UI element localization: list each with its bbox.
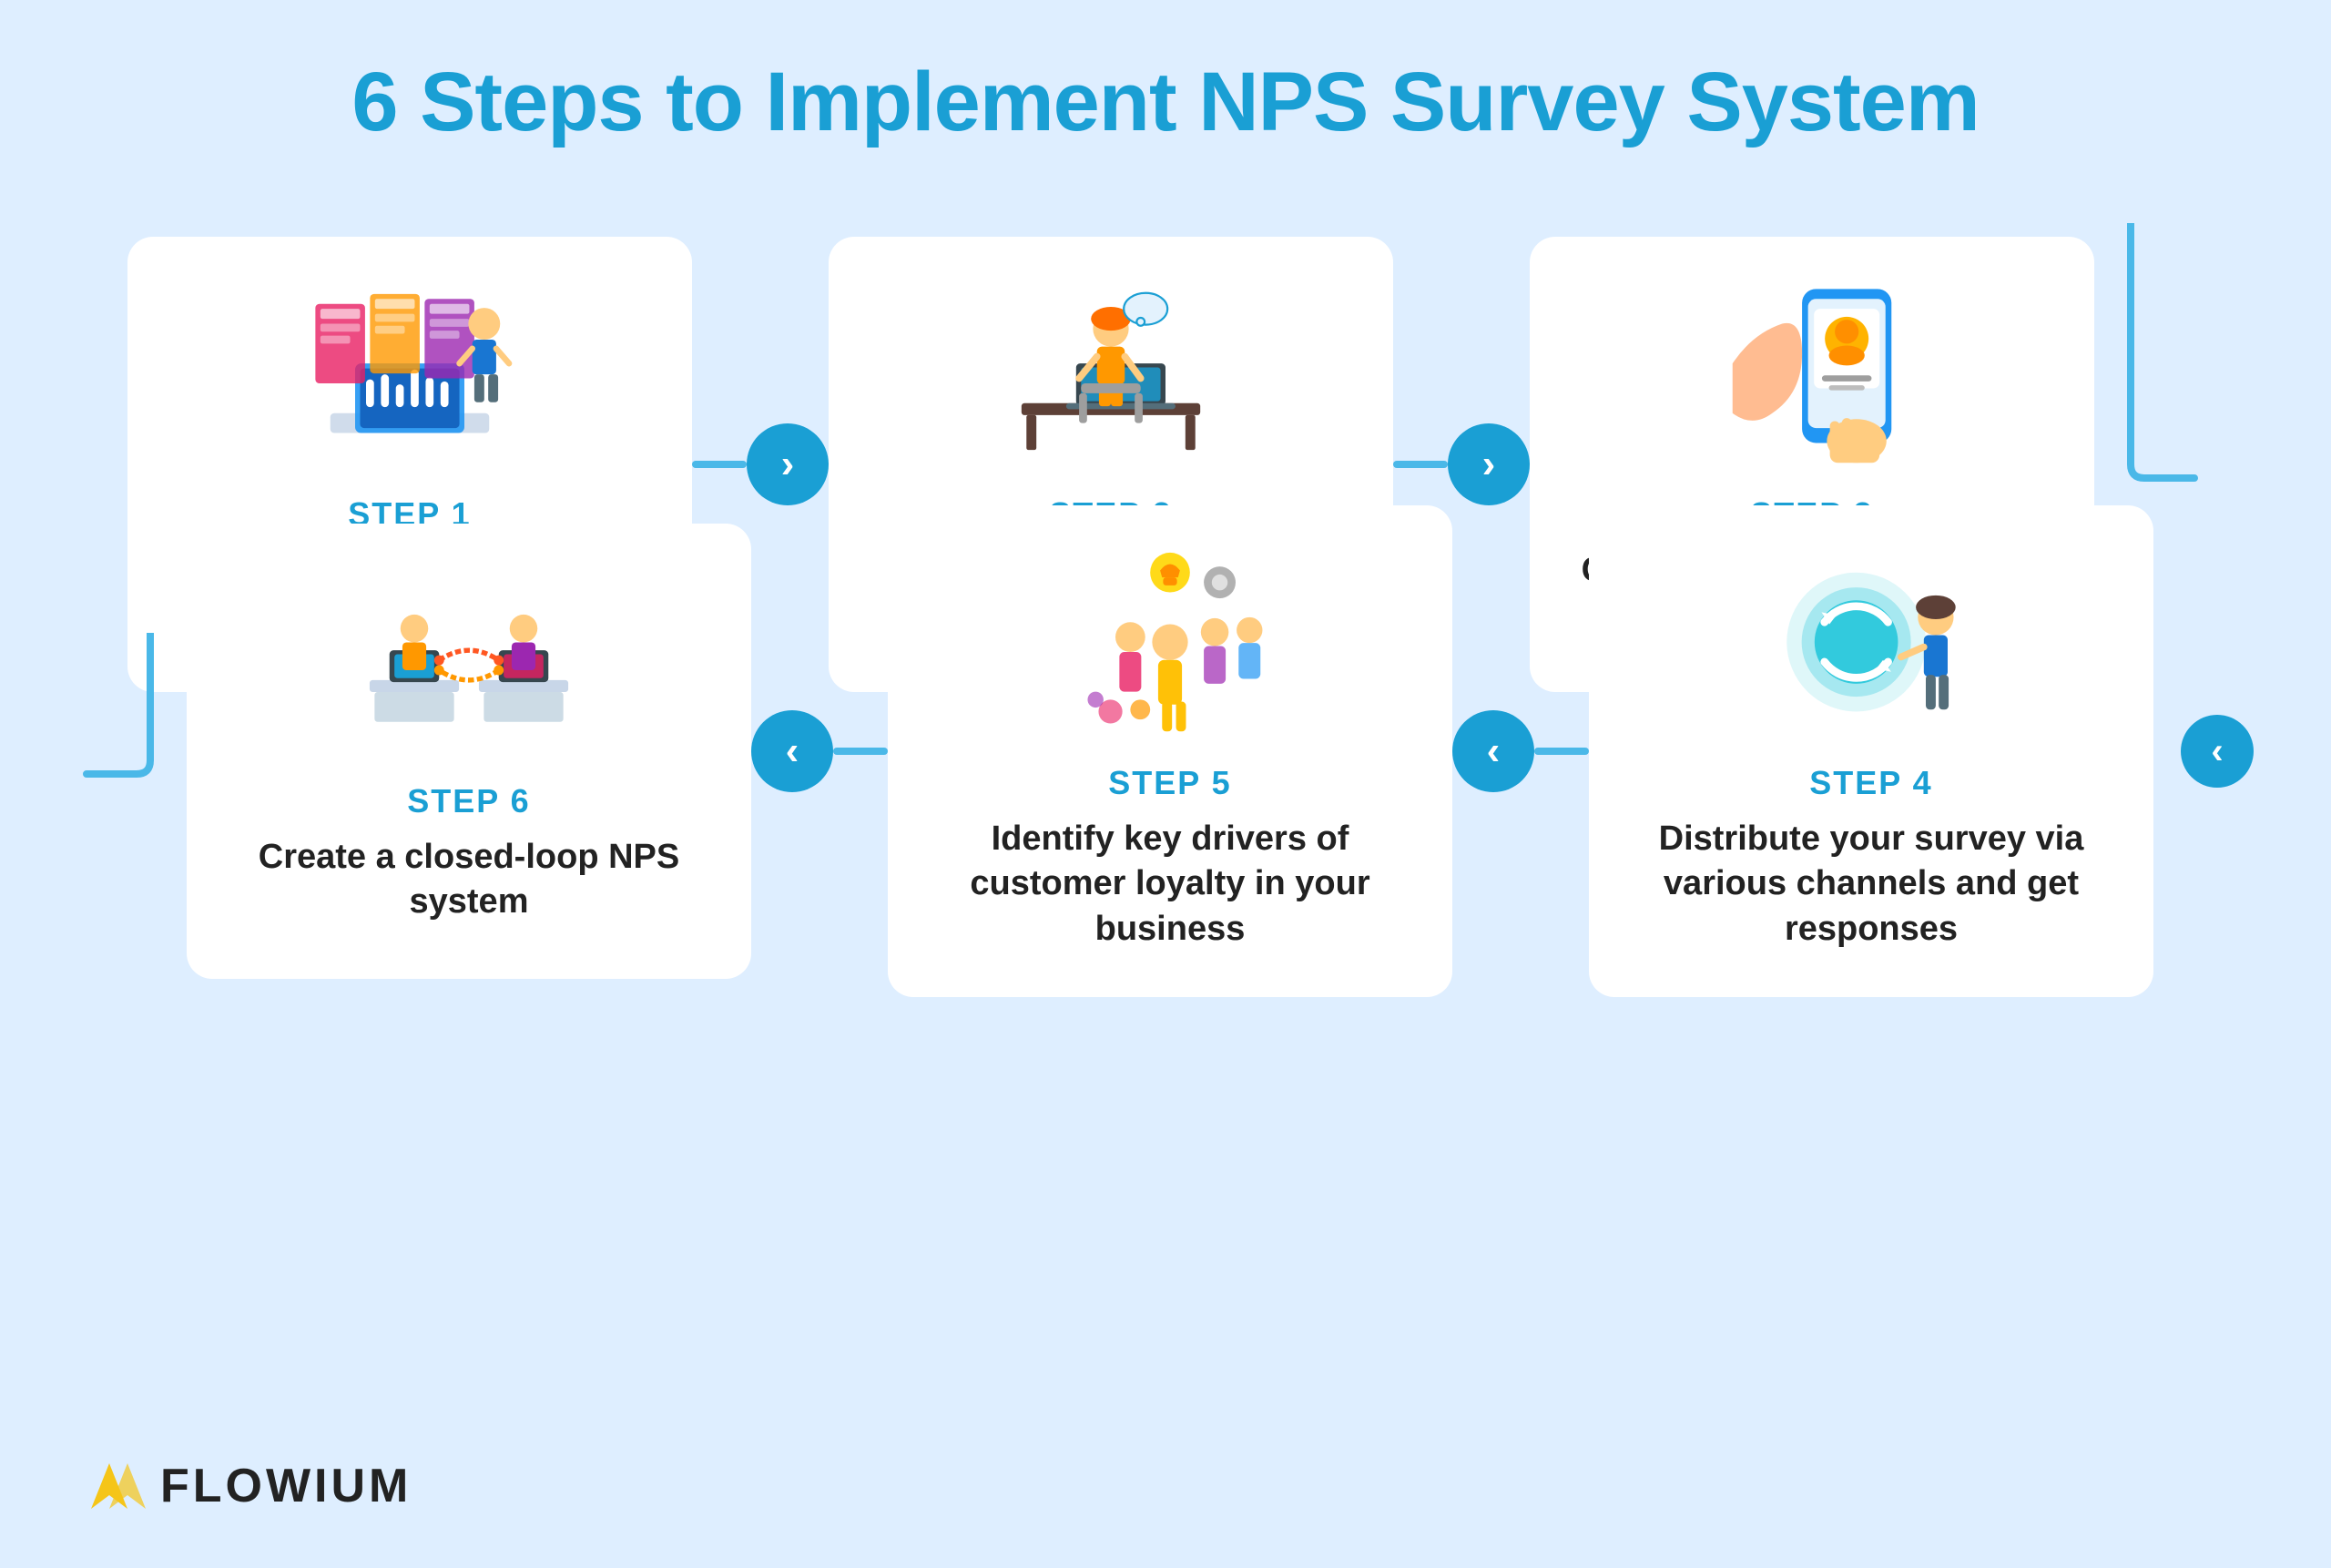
arrow-circle-2: › <box>1448 423 1530 505</box>
step-5-svg <box>1061 543 1279 741</box>
step-4-desc: Distribute your survey via various chann… <box>1625 817 2117 952</box>
tail-line-1 <box>692 461 747 468</box>
arrow-5-6: ‹ <box>751 710 888 792</box>
arrow-circle-back: ‹ <box>2181 715 2254 788</box>
step-4-card: STEP 4 Distribute your survey via variou… <box>1589 505 2153 997</box>
step-1-illustration <box>300 273 519 473</box>
step-6-svg <box>360 561 578 759</box>
logo-area: FLOWIUM <box>91 1459 412 1513</box>
step-5-illustration <box>1061 542 1279 742</box>
step-6-card: STEP 6 Create a closed-loop NPS system <box>187 524 751 979</box>
step-3-illustration <box>1703 273 1921 473</box>
step-5-card: STEP 5 Identify key drivers of customer … <box>888 505 1452 997</box>
step-2-svg <box>1002 274 1220 473</box>
arrow-circle-1: › <box>747 423 829 505</box>
step-3-svg <box>1703 274 1921 473</box>
arrow-4-5: ‹ <box>1452 710 1589 792</box>
arrow-circle-5: ‹ <box>751 710 833 792</box>
tail-line-5 <box>833 748 888 755</box>
arrow-2-3: › <box>1393 423 1530 505</box>
tail-line-4 <box>1534 748 1589 755</box>
arrow-circle-4: ‹ <box>1452 710 1534 792</box>
step-6-desc: Create a closed-loop NPS system <box>223 835 715 925</box>
steps-container: STEP 1 Identify your customer touchpoint… <box>118 223 2213 997</box>
step-5-desc: Identify key drivers of customer loyalty… <box>924 817 1416 952</box>
bracket-svg-2 <box>77 633 159 888</box>
row-2: STEP 6 Create a closed-loop NPS system ‹ <box>118 505 2213 997</box>
step-2-illustration <box>1002 273 1220 473</box>
tail-line-2 <box>1393 461 1448 468</box>
logo-text: FLOWIUM <box>160 1459 412 1513</box>
page-title: 6 Steps to Implement NPS Survey System <box>351 55 1979 150</box>
step-5-label: STEP 5 <box>1108 764 1231 802</box>
step-6-illustration <box>360 560 578 760</box>
step-6-label: STEP 6 <box>407 782 530 820</box>
step-4-label: STEP 4 <box>1809 764 1932 802</box>
step-4-illustration <box>1762 542 1980 742</box>
arrow-1-2: › <box>692 423 829 505</box>
step-1-svg <box>300 274 519 473</box>
row2-right-connector: ‹ <box>2181 715 2254 788</box>
logo-icon <box>91 1463 146 1509</box>
step-4-svg <box>1762 543 1980 741</box>
left-bracket-connector <box>77 633 159 888</box>
